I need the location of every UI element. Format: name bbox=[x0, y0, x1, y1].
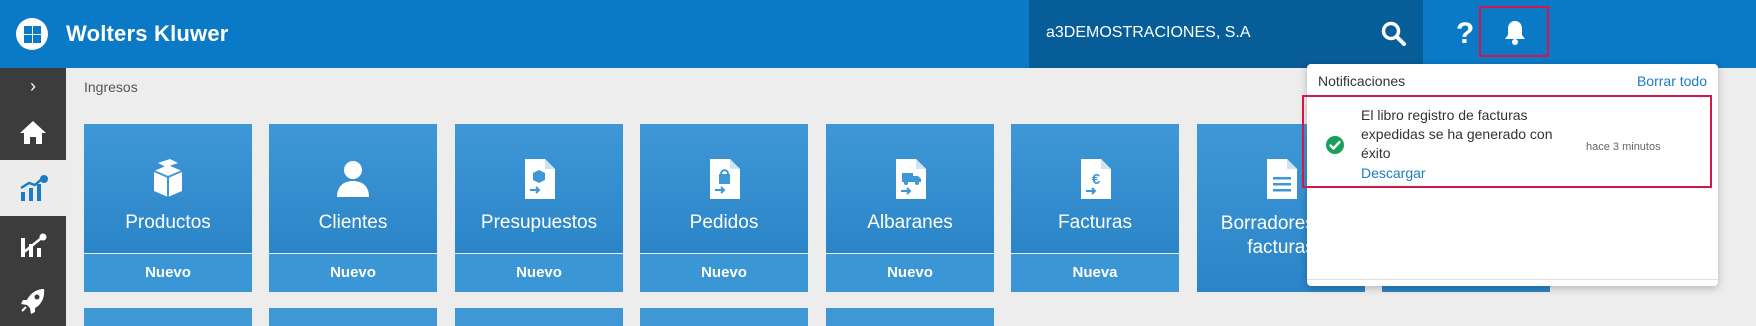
sidebar-expand-toggle[interactable]: › bbox=[0, 68, 66, 104]
help-icon[interactable]: ? bbox=[1448, 14, 1482, 54]
tile-presupuestos[interactable]: Presupuestos Nuevo bbox=[455, 124, 623, 292]
panel-divider bbox=[1307, 279, 1718, 280]
tile-action-button[interactable]: Nuevo bbox=[640, 254, 808, 292]
tile-facturas[interactable]: € Facturas Nueva bbox=[1011, 124, 1179, 292]
sidebar-item-analytics[interactable] bbox=[0, 216, 66, 272]
tile-row2-3[interactable] bbox=[455, 308, 623, 326]
person-icon bbox=[337, 161, 369, 197]
tile-action-button[interactable]: Nueva bbox=[1011, 254, 1179, 292]
brand-name: Wolters Kluwer bbox=[66, 21, 229, 46]
clear-all-link[interactable]: Borrar todo bbox=[1637, 73, 1707, 89]
success-check-icon bbox=[1326, 136, 1344, 154]
rocket-icon bbox=[21, 289, 45, 314]
box-icon bbox=[153, 159, 183, 197]
sidebar: › bbox=[0, 68, 66, 326]
tile-action-button[interactable]: Nuevo bbox=[84, 254, 252, 292]
tile-label: Clientes bbox=[318, 212, 388, 233]
top-header: Wolters Kluwer a3DEMOSTRACIONES, S.A ? bbox=[0, 0, 1756, 68]
breadcrumb[interactable]: Ingresos bbox=[84, 79, 138, 95]
invoice-doc-icon: € bbox=[1081, 159, 1111, 199]
company-name: a3DEMOSTRACIONES, S.A bbox=[1046, 24, 1251, 41]
tile-productos[interactable]: Productos Nuevo bbox=[84, 124, 252, 292]
delivery-doc-icon bbox=[896, 159, 926, 199]
notifications-panel: Notificaciones Borrar todo El libro regi… bbox=[1302, 64, 1718, 286]
draft-doc-icon bbox=[1267, 159, 1297, 199]
notifications-bell-button[interactable] bbox=[1479, 6, 1549, 57]
tile-label: Albaranes bbox=[867, 212, 953, 233]
order-doc-icon bbox=[710, 159, 740, 199]
sales-chart-icon bbox=[20, 175, 48, 201]
tile-label: Productos bbox=[125, 212, 211, 233]
analytics-icon bbox=[21, 233, 47, 257]
tile-clientes[interactable]: Clientes Nuevo bbox=[269, 124, 437, 292]
tile-action-button[interactable]: Nuevo bbox=[455, 254, 623, 292]
budget-doc-icon bbox=[525, 159, 555, 199]
sidebar-item-sales[interactable] bbox=[0, 160, 66, 216]
notification-time: hace 3 minutos bbox=[1586, 141, 1661, 153]
home-icon bbox=[20, 121, 46, 144]
bell-icon bbox=[1505, 21, 1525, 45]
logo-icon[interactable] bbox=[16, 18, 48, 50]
notification-item[interactable]: El libro registro de facturas expedidas … bbox=[1302, 95, 1712, 188]
tile-albaranes[interactable]: Albaranes Nuevo bbox=[826, 124, 994, 292]
download-link[interactable]: Descargar bbox=[1361, 165, 1426, 181]
sidebar-item-launch[interactable] bbox=[0, 272, 66, 326]
company-selector[interactable]: a3DEMOSTRACIONES, S.A bbox=[1029, 0, 1423, 68]
tile-action-button[interactable]: Nuevo bbox=[269, 254, 437, 292]
tile-row2-1[interactable] bbox=[84, 308, 252, 326]
tile-pedidos[interactable]: Pedidos Nuevo bbox=[640, 124, 808, 292]
svg-text:€: € bbox=[1092, 171, 1101, 188]
tile-label: Facturas bbox=[1058, 212, 1132, 233]
tile-row2-2[interactable] bbox=[269, 308, 437, 326]
tile-label: Pedidos bbox=[689, 212, 759, 233]
sidebar-item-home[interactable] bbox=[0, 104, 66, 160]
search-icon[interactable] bbox=[1380, 20, 1408, 48]
tile-row2-5[interactable] bbox=[826, 308, 994, 326]
tile-action-button[interactable]: Nuevo bbox=[826, 254, 994, 292]
tile-row2-4[interactable] bbox=[640, 308, 808, 326]
notifications-title: Notificaciones bbox=[1318, 73, 1406, 89]
notification-message: El libro registro de facturas expedidas … bbox=[1361, 107, 1553, 161]
tile-label: Presupuestos bbox=[480, 212, 598, 233]
